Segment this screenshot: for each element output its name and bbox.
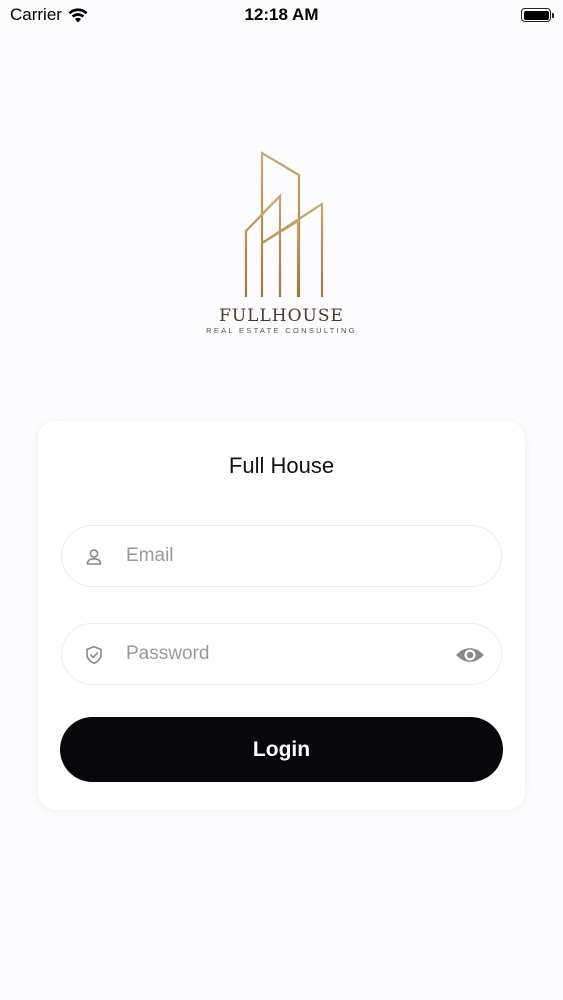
logo-tagline: REAL ESTATE CONSULTING	[206, 326, 357, 335]
status-left: Carrier	[10, 5, 88, 25]
password-input[interactable]	[126, 624, 426, 684]
eye-icon[interactable]	[455, 643, 485, 667]
status-bar: Carrier	[0, 0, 563, 30]
wifi-icon	[68, 7, 88, 22]
password-field[interactable]	[61, 623, 502, 685]
battery-icon	[521, 8, 554, 22]
shield-icon	[86, 646, 102, 665]
carrier-label: Carrier	[10, 5, 62, 24]
login-button[interactable]: Login	[60, 717, 503, 782]
login-card: Full House Login	[38, 421, 525, 810]
email-input[interactable]	[126, 526, 426, 586]
user-icon	[86, 549, 102, 565]
logo-wordmark: FULLHOUSE	[219, 306, 344, 326]
email-field[interactable]	[61, 525, 502, 587]
card-title: Full House	[228, 453, 335, 478]
